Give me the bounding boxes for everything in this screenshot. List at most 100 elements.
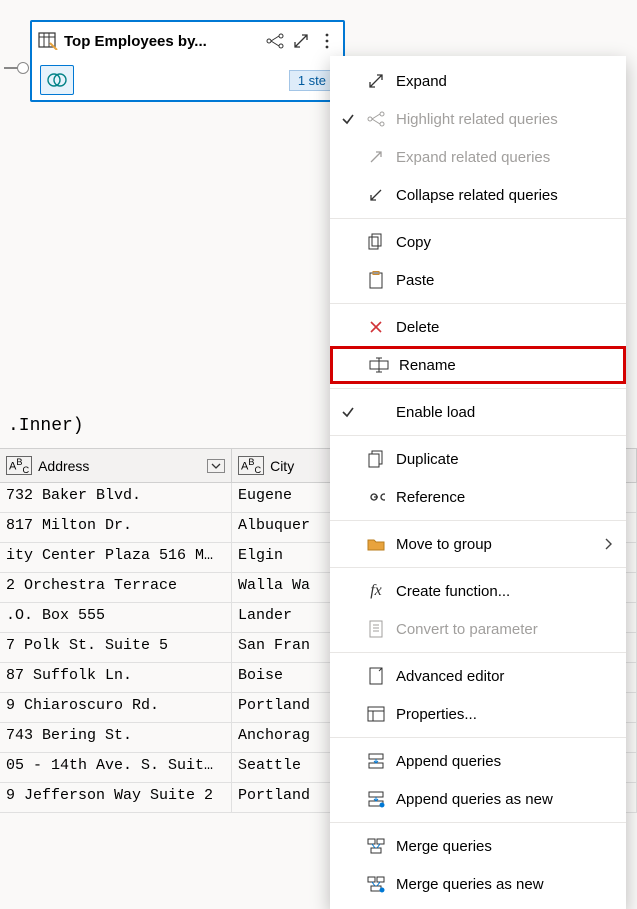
merge-icon [366,837,386,855]
parameter-icon [366,620,386,638]
menu-item-label: Merge queries as new [396,876,612,893]
cell-address: 87 Suffolk Ln. [0,663,232,692]
menu-item-label: Duplicate [396,451,612,468]
append-new-icon [366,790,386,808]
type-text-icon: ABC [238,456,264,476]
type-text-icon: ABC [6,456,32,476]
menu-item-label: Append queries [396,753,612,770]
menu-item-rename[interactable]: Rename [330,346,626,384]
cell-address: 732 Baker Blvd. [0,483,232,512]
related-icon [366,110,386,128]
filter-dropdown-icon[interactable] [207,459,225,473]
header-label: City [270,458,294,474]
menu-item-append-queries[interactable]: Append queries [330,742,626,780]
menu-item-label: Append queries as new [396,791,612,808]
fx-icon: fx [366,582,386,600]
expand-diag-icon [366,149,386,165]
query-title: Top Employees by... [64,33,259,50]
menu-item-label: Highlight related queries [396,111,612,128]
cell-address: 743 Bering St. [0,723,232,752]
editor-icon [366,667,386,685]
menu-item-expand[interactable]: Expand [330,62,626,100]
cell-address: 9 Jefferson Way Suite 2 [0,783,232,812]
reference-icon [366,490,386,504]
cell-address: 9 Chiaroscuro Rd. [0,693,232,722]
cell-address: 7 Polk St. Suite 5 [0,633,232,662]
column-header-address[interactable]: ABC Address [0,449,232,482]
menu-separator [330,567,626,568]
menu-item-delete[interactable]: Delete [330,308,626,346]
chevron-right-icon [604,538,612,550]
menu-item-collapse-related-queries[interactable]: Collapse related queries [330,176,626,214]
query-body: 1 ste [32,60,343,100]
menu-item-paste[interactable]: Paste [330,261,626,299]
menu-item-label: Reference [396,489,612,506]
properties-icon [366,706,386,722]
menu-item-label: Convert to parameter [396,621,612,638]
menu-separator [330,822,626,823]
merge-new-icon [366,875,386,893]
cell-address: 2 Orchestra Terrace [0,573,232,602]
menu-item-highlight-related-queries: Highlight related queries [330,100,626,138]
menu-item-label: Properties... [396,706,612,723]
menu-separator [330,737,626,738]
cell-address: .O. Box 555 [0,603,232,632]
table-icon [38,31,58,51]
menu-item-merge-queries-as-new[interactable]: Merge queries as new [330,865,626,903]
related-icon[interactable] [265,31,285,51]
query-node[interactable]: Top Employees by... 1 ste [30,20,345,102]
menu-item-properties[interactable]: Properties... [330,695,626,733]
menu-item-label: Merge queries [396,838,612,855]
menu-item-label: Move to group [396,536,594,553]
menu-item-label: Paste [396,272,612,289]
menu-separator [330,652,626,653]
menu-item-expand-related-queries: Expand related queries [330,138,626,176]
folder-icon [366,537,386,551]
check-icon [340,405,356,419]
check-icon [340,112,356,126]
menu-item-label: Enable load [396,404,612,421]
menu-item-label: Collapse related queries [396,187,612,204]
menu-separator [330,303,626,304]
menu-separator [330,218,626,219]
menu-separator [330,435,626,436]
connector-line [4,67,18,69]
menu-item-label: Delete [396,319,612,336]
rename-icon [369,357,389,373]
cell-address: 817 Milton Dr. [0,513,232,542]
steps-count[interactable]: 1 ste [289,70,335,91]
context-menu: Expand Highlight related queries Expand re… [330,56,626,909]
menu-item-enable-load[interactable]: Enable load [330,393,626,431]
menu-item-duplicate[interactable]: Duplicate [330,440,626,478]
menu-item-create-function[interactable]: fx Create function... [330,572,626,610]
menu-item-label: Rename [399,357,609,374]
menu-item-label: Expand [396,73,612,90]
expand-icon[interactable] [291,31,311,51]
formula-bar-snippet: .Inner) [0,412,92,440]
menu-item-convert-to-parameter: Convert to parameter [330,610,626,648]
menu-item-append-queries-as-new[interactable]: Append queries as new [330,780,626,818]
header-label: Address [38,458,89,474]
cell-address: ity Center Plaza 516 M… [0,543,232,572]
expand-arrows-icon [366,73,386,89]
menu-item-copy[interactable]: Copy [330,223,626,261]
menu-item-label: Advanced editor [396,668,612,685]
query-header: Top Employees by... [32,22,343,60]
merge-step-chip[interactable] [40,65,74,95]
menu-item-move-to-group[interactable]: Move to group [330,525,626,563]
node-port[interactable] [17,62,29,74]
menu-item-advanced-editor[interactable]: Advanced editor [330,657,626,695]
cell-address: 05 - 14th Ave. S. Suit… [0,753,232,782]
collapse-diag-icon [366,187,386,203]
menu-separator [330,388,626,389]
menu-item-reference[interactable]: Reference [330,478,626,516]
append-icon [366,752,386,770]
duplicate-icon [366,450,386,468]
menu-separator [330,520,626,521]
menu-item-label: Create function... [396,583,612,600]
menu-item-label: Copy [396,234,612,251]
copy-icon [366,233,386,251]
more-icon[interactable] [317,31,337,51]
delete-icon [366,319,386,335]
menu-item-label: Expand related queries [396,149,612,166]
